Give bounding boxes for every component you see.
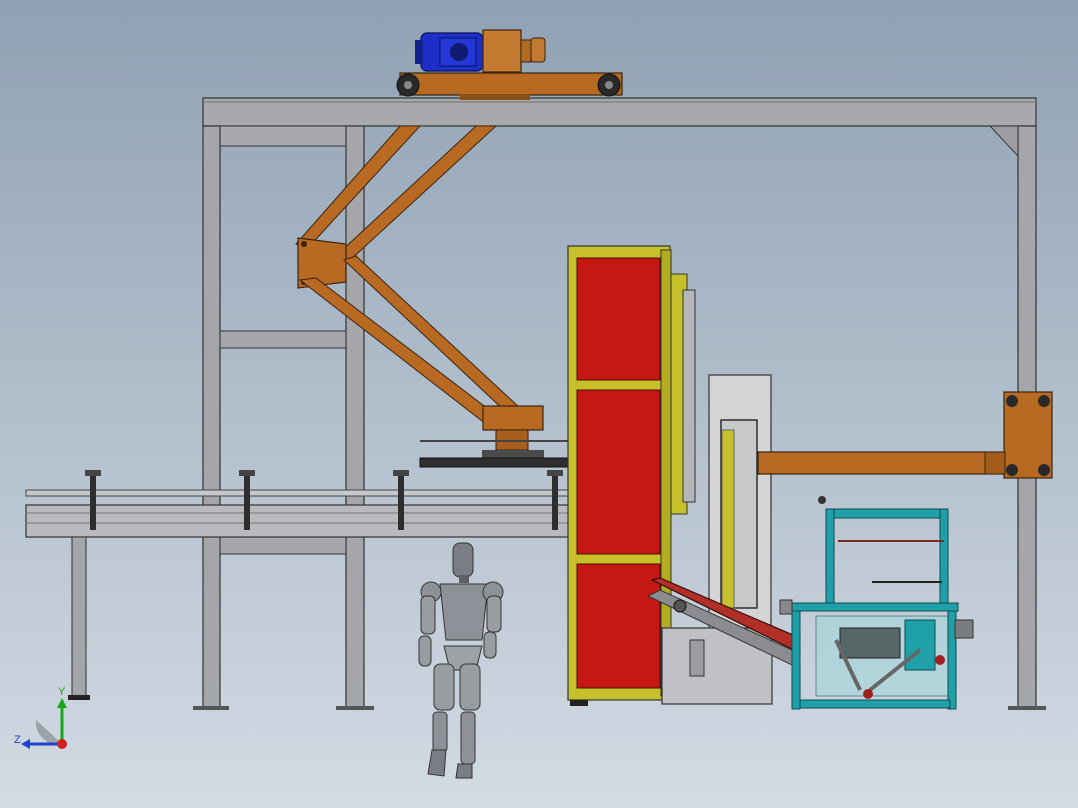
axis-triad: Y Z [14,686,74,750]
z-arrow-head [21,739,30,749]
assembly-model-view[interactable] [0,0,1078,808]
teal-packing-machine[interactable] [779,496,974,710]
trolley-motor[interactable] [396,29,623,100]
side-arm[interactable] [757,391,1053,479]
cad-graphics-area[interactable]: Y Z [0,0,1078,808]
manipulator-arm[interactable] [295,125,569,468]
y-arrow-head [57,698,67,708]
humanoid-figure[interactable] [418,542,504,779]
x-axis-dot [57,739,67,749]
z-axis-label: Z [14,734,21,746]
y-axis-label: Y [58,686,66,698]
